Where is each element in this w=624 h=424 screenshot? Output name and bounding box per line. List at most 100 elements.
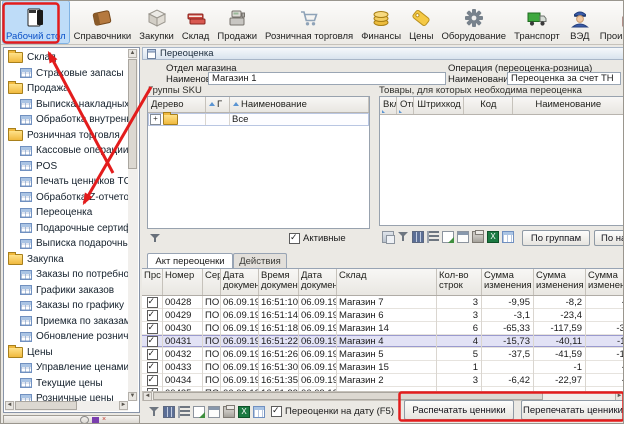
tree-item[interactable]: Обработка Z-отчетов [5, 190, 128, 206]
menu-item-retail[interactable]: Розничная торговля [262, 1, 356, 43]
tree-group[interactable]: Розничная торговля [5, 128, 128, 144]
column-header[interactable]: Суммаизменения [586, 269, 624, 295]
sku-root-row[interactable]: Все [148, 113, 369, 126]
scroll-left-icon[interactable]: ◄ [143, 392, 152, 401]
table-row[interactable]: 00428ПО06.09.1916:51:1006.09.19Магазин 7… [142, 296, 624, 309]
tree-group[interactable]: Закупка [5, 252, 128, 268]
column-header[interactable]: Суммаизменения [534, 269, 586, 295]
column-header[interactable]: Наименование [513, 97, 624, 114]
menu-item-sales[interactable]: Продажи [214, 1, 260, 43]
column-header[interactable]: Штрихкод [414, 97, 464, 114]
excel-icon[interactable] [238, 406, 250, 418]
scroll-right-icon[interactable]: ► [119, 401, 128, 410]
tree-item[interactable]: POS [5, 159, 128, 175]
sidebar-vertical-scrollbar[interactable]: ▲ ▼ [128, 49, 138, 401]
attach-icon[interactable] [382, 231, 394, 243]
row-checkbox[interactable] [147, 310, 158, 321]
tree-item[interactable]: Страховые запасы [5, 66, 128, 82]
column-header[interactable]: Номер [163, 269, 203, 295]
print-price-tags-button[interactable]: Распечатать ценники [404, 400, 514, 420]
column-header[interactable]: Датадокумент [299, 269, 337, 295]
tree-group[interactable]: Продажа [5, 81, 128, 97]
menu-item-production[interactable]: Производство [597, 1, 624, 43]
column-header[interactable]: Прс [142, 269, 163, 295]
scrollbar-thumb[interactable] [15, 401, 77, 410]
active-checkbox[interactable]: Активные [289, 233, 346, 244]
by-markup-button[interactable]: По над [594, 230, 624, 246]
column-header[interactable]: Дерево [148, 97, 206, 112]
menu-item-purchases[interactable]: Закупки [136, 1, 177, 43]
column-header[interactable]: Сери [203, 269, 221, 295]
tree-group[interactable]: Склад [5, 50, 128, 66]
menu-item-prices[interactable]: Цены [406, 1, 436, 43]
tree-item[interactable]: Заказы по потребностям [5, 267, 128, 283]
scroll-up-icon[interactable]: ▲ [128, 49, 137, 58]
menu-item-warehouse[interactable]: Склад [179, 1, 213, 43]
menu-item-workdesk[interactable]: Рабочий стол [3, 1, 69, 43]
scroll-down-icon[interactable]: ▼ [128, 392, 137, 401]
scroll-left-icon[interactable]: ◄ [5, 401, 14, 410]
row-checkbox[interactable] [147, 375, 158, 386]
row-checkbox[interactable] [147, 336, 158, 347]
tree-item[interactable]: Печать ценников ТСД [5, 174, 128, 190]
grid-icon[interactable] [253, 406, 265, 418]
tree-item[interactable]: Розничные цены [5, 391, 128, 401]
grid-icon[interactable] [502, 231, 514, 243]
collapsed-bottom-panel[interactable]: × [3, 415, 140, 424]
table-row[interactable]: 00433ПО06.09.1916:51:3006.09.19Магазин 1… [142, 361, 624, 374]
scrollbar-thumb[interactable] [153, 392, 543, 400]
list-icon[interactable] [427, 231, 439, 243]
list-icon[interactable] [178, 406, 190, 418]
column-header[interactable]: Отм [397, 97, 414, 114]
menu-item-customs[interactable]: ВЭД [565, 1, 595, 43]
sidebar-horizontal-scrollbar[interactable]: ◄ ► [5, 401, 128, 411]
tree-item[interactable]: Обработка внутренних за [5, 112, 128, 128]
card-icon[interactable] [457, 231, 469, 243]
print-icon[interactable] [223, 406, 235, 418]
card-icon[interactable] [208, 406, 220, 418]
tree-item[interactable]: Переоценка [5, 205, 128, 221]
tree-item[interactable]: Заказы по графику [5, 298, 128, 314]
columns-icon[interactable] [163, 406, 175, 418]
tab-actions[interactable]: Действия [233, 253, 287, 268]
filter-icon[interactable] [148, 406, 160, 418]
column-header[interactable]: Суммаизменения [482, 269, 534, 295]
row-checkbox[interactable] [147, 362, 158, 373]
column-header[interactable]: Наименование [230, 97, 369, 112]
column-header[interactable]: Кол-вострок [437, 269, 482, 295]
reprint-price-tags-button[interactable]: Перепечатать ценники [521, 400, 624, 420]
tree-item[interactable]: Графики заказов [5, 283, 128, 299]
menu-item-references[interactable]: Справочники [71, 1, 135, 43]
tree-item[interactable]: Обновление розничных ц [5, 329, 128, 345]
scrollbar-thumb[interactable] [128, 59, 137, 169]
insert-row-icon[interactable] [193, 406, 205, 418]
menu-item-equipment[interactable]: Оборудование [438, 1, 509, 43]
menu-item-transport[interactable]: Транспорт [511, 1, 563, 43]
print-icon[interactable] [472, 231, 484, 243]
columns-icon[interactable] [412, 231, 424, 243]
column-header[interactable]: Г [206, 97, 230, 112]
tree-item[interactable]: Управление ценами [5, 360, 128, 376]
store-name-input[interactable]: Магазин 1 [208, 72, 446, 85]
table-row[interactable]: 00431ПО06.09.1916:51:2206.09.19Магазин 4… [142, 335, 624, 348]
tree-item[interactable]: Кассовые операции [5, 143, 128, 159]
expand-icon[interactable] [150, 114, 161, 125]
tab-revaluation-act[interactable]: Акт переоценки [147, 253, 233, 268]
row-checkbox[interactable] [147, 297, 158, 308]
tree-item[interactable]: Текущие цены [5, 376, 128, 392]
table-row[interactable]: 00434ПО06.09.1916:51:3506.09.19Магазин 2… [142, 374, 624, 387]
row-checkbox[interactable] [147, 323, 158, 334]
column-header[interactable]: Код [464, 97, 512, 114]
filter-icon[interactable] [397, 231, 409, 243]
excel-icon[interactable] [487, 231, 499, 243]
revaluation-date-checkbox[interactable]: Переоценки на дату (F5) [271, 406, 394, 417]
table-row[interactable]: 00429ПО06.09.1916:51:1406.09.19Магазин 6… [142, 309, 624, 322]
tree-item[interactable]: Выписка подарочных сер [5, 236, 128, 252]
filter-icon[interactable] [150, 233, 161, 243]
by-groups-button[interactable]: По группам [522, 230, 590, 246]
column-header[interactable]: Вкл [380, 97, 397, 114]
tree-item[interactable]: Подарочные сертификаты [5, 221, 128, 237]
tree-item[interactable]: Выписка накладных [5, 97, 128, 113]
tree-item[interactable]: Приемка по заказам [5, 314, 128, 330]
column-header[interactable]: Датадокумент [221, 269, 259, 295]
